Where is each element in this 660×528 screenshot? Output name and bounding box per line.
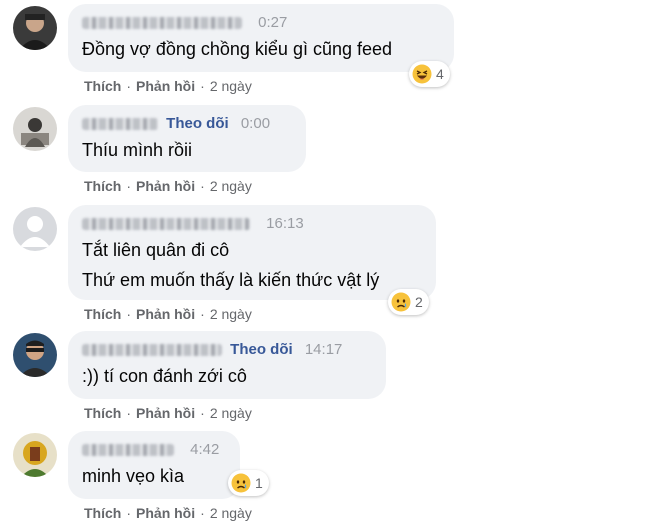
avatar[interactable] — [13, 207, 57, 251]
comment-text: Đồng vợ đồng chồng kiểu gì cũng feed — [82, 39, 393, 59]
commenter-name[interactable] — [82, 17, 242, 30]
commenter-name[interactable] — [82, 118, 158, 131]
commenter-name[interactable] — [82, 344, 222, 357]
video-timestamp[interactable]: 0:00 — [241, 115, 270, 132]
reaction-count: 4 — [436, 66, 444, 82]
comment-bubble: Theo dõi 14:17 :)) tí con đánh zới cô — [68, 331, 386, 399]
user-photo-icon — [13, 333, 57, 377]
like-button[interactable]: Thích — [84, 78, 121, 94]
like-button[interactable]: Thích — [84, 306, 121, 322]
avatar[interactable] — [13, 433, 57, 477]
default-avatar-icon — [13, 207, 57, 251]
reply-button[interactable]: Phản hồi — [136, 78, 195, 94]
reaction-badge[interactable]: 4 — [409, 61, 450, 87]
comment-actions: Thích · Phản hồi · 2 ngày — [84, 505, 252, 521]
sad-emoji-icon — [391, 292, 411, 312]
reaction-badge[interactable]: 1 — [228, 470, 269, 496]
avatar[interactable] — [13, 333, 57, 377]
reply-button[interactable]: Phản hồi — [136, 405, 195, 421]
avatar[interactable] — [13, 107, 57, 151]
video-timestamp[interactable]: 16:13 — [266, 215, 304, 232]
reply-button[interactable]: Phản hồi — [136, 306, 195, 322]
comment-bubble: Theo dõi 0:00 Thíu mình rồii — [68, 105, 306, 172]
comment-text: :)) tí con đánh zới cô — [82, 366, 247, 386]
video-timestamp[interactable]: 4:42 — [190, 441, 219, 458]
comment-text-line-2: Thứ em muốn thấy là kiến thức vật lý — [82, 270, 380, 290]
avatar[interactable] — [13, 6, 57, 50]
sad-emoji-icon — [231, 473, 251, 493]
reaction-count: 1 — [255, 475, 263, 491]
laughing-emoji-icon — [412, 64, 432, 84]
reaction-count: 2 — [415, 294, 423, 310]
comment-age[interactable]: 2 ngày — [210, 405, 252, 421]
comment-age[interactable]: 2 ngày — [210, 78, 252, 94]
commenter-name[interactable] — [82, 218, 250, 231]
comment-text: Thíu mình rồii — [82, 140, 193, 160]
comment-text-line-1: Tắt liên quân đi cô — [82, 240, 230, 260]
like-button[interactable]: Thích — [84, 178, 121, 194]
comment-text: minh vẹo kìa — [82, 466, 185, 486]
comment-actions: Thích · Phản hồi · 2 ngày — [84, 306, 252, 322]
reply-button[interactable]: Phản hồi — [136, 178, 195, 194]
follow-link[interactable]: Theo dõi — [166, 115, 229, 132]
user-photo-icon — [13, 107, 57, 151]
comment-actions: Thích · Phản hồi · 2 ngày — [84, 178, 252, 194]
reaction-badge[interactable]: 2 — [388, 289, 429, 315]
comment-age[interactable]: 2 ngày — [210, 505, 252, 521]
reply-button[interactable]: Phản hồi — [136, 505, 195, 521]
commenter-name[interactable] — [82, 444, 174, 457]
video-timestamp[interactable]: 14:17 — [305, 341, 343, 358]
video-timestamp[interactable]: 0:27 — [258, 14, 287, 31]
user-photo-icon — [13, 433, 57, 477]
comment-bubble: 16:13 Tắt liên quân đi cô Thứ em muốn th… — [68, 205, 436, 300]
like-button[interactable]: Thích — [84, 505, 121, 521]
like-button[interactable]: Thích — [84, 405, 121, 421]
comment-bubble: 0:27 Đồng vợ đồng chồng kiểu gì cũng fee… — [68, 4, 454, 72]
comment-bubble: 4:42 minh vẹo kìa — [68, 431, 240, 499]
comment-actions: Thích · Phản hồi · 2 ngày — [84, 405, 252, 421]
comment-actions: Thích · Phản hồi · 2 ngày — [84, 78, 252, 94]
user-photo-icon — [13, 6, 57, 50]
comment-age[interactable]: 2 ngày — [210, 306, 252, 322]
comment-age[interactable]: 2 ngày — [210, 178, 252, 194]
follow-link[interactable]: Theo dõi — [230, 341, 293, 358]
